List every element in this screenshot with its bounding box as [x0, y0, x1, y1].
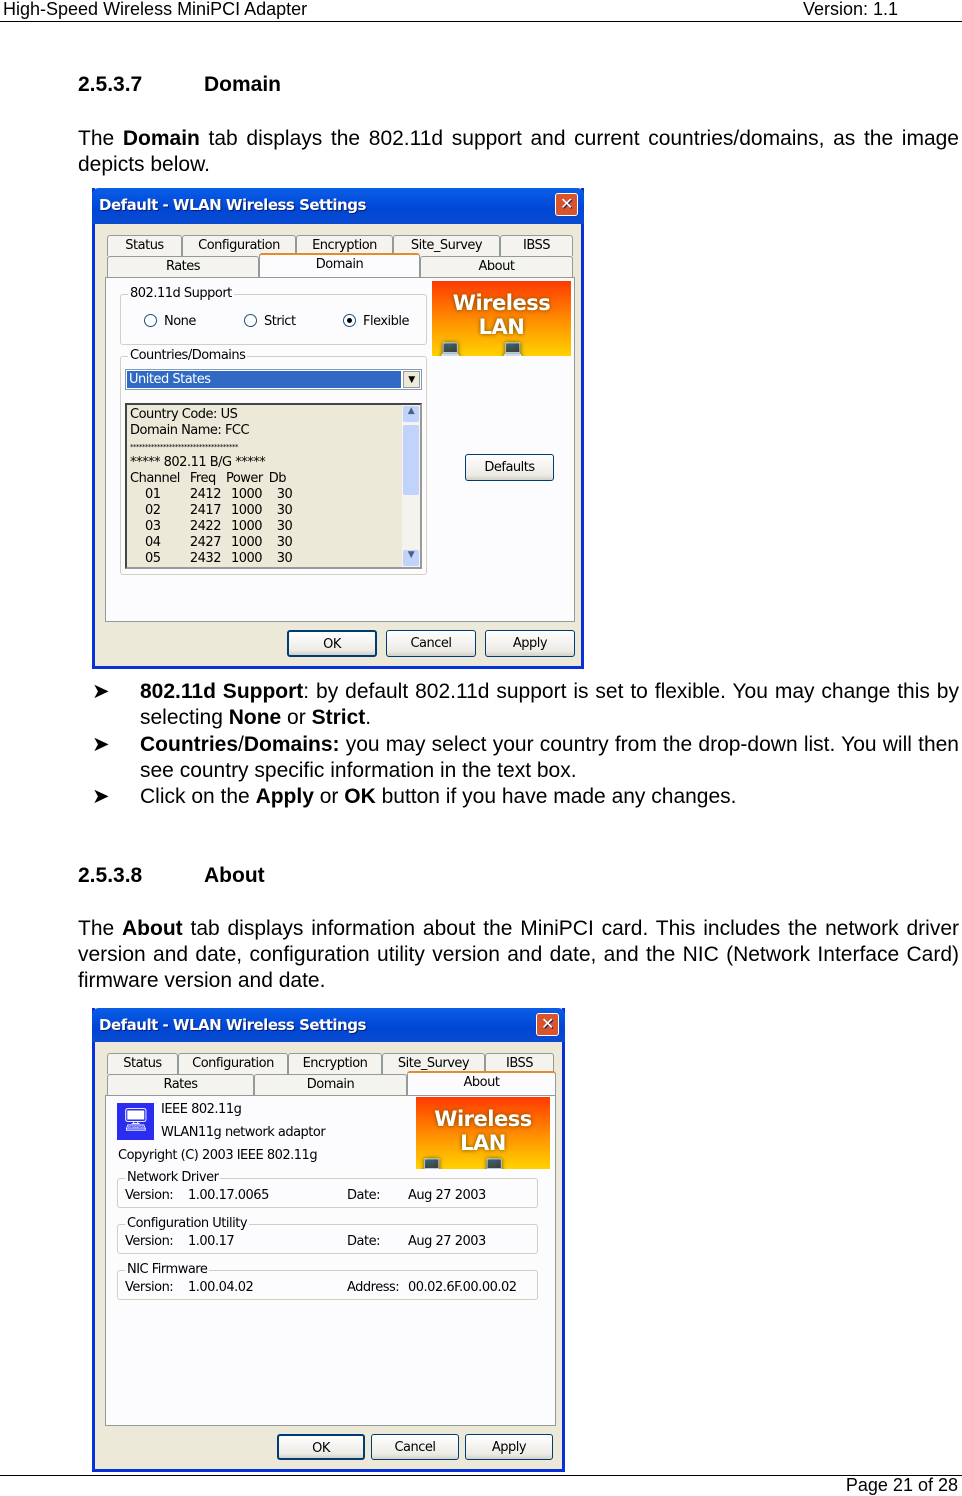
chevron-down-icon[interactable]: ▼	[403, 371, 420, 388]
scroll-thumb	[403, 425, 419, 495]
defaults-button[interactable]: Defaults	[465, 454, 554, 481]
section-paragraph: The About tab displays information about…	[78, 917, 959, 992]
bullet-apply: Click on the Apply or OK button if you h…	[140, 785, 737, 808]
tab-status[interactable]: Status	[107, 235, 182, 256]
scroll-up-icon: ▲	[403, 406, 419, 422]
apply-button[interactable]: Apply	[465, 1434, 553, 1460]
scrollbar[interactable]: ▲ ▼	[402, 405, 420, 567]
country-selected-value: United States	[127, 371, 401, 388]
countries-label: Countries/Domains	[128, 348, 248, 363]
cancel-button[interactable]: Cancel	[386, 630, 476, 657]
footer-rule	[0, 1475, 962, 1476]
computer-icon: 🖥	[117, 1103, 154, 1140]
dialog-title: Default - WLAN Wireless Settings	[99, 1016, 366, 1034]
ok-button[interactable]: OK	[287, 630, 377, 657]
table-row: 03 2422 1000 30	[145, 519, 293, 534]
dialog-title-bar: Default - WLAN Wireless Settings ✕	[92, 1008, 565, 1042]
cancel-button[interactable]: Cancel	[371, 1434, 459, 1460]
table-row: 01 2412 1000 30	[145, 487, 293, 502]
radio-icon	[244, 314, 257, 327]
channel-table: Channel Freq Power Db 01 2412 1000 30 02 2417 10…	[130, 471, 293, 566]
table-row: 05 2432 1000 30	[145, 551, 293, 566]
wireless-lan-logo: Wireless LAN 💻💻	[432, 281, 571, 356]
section-paragraph: The Domain tab displays the 802.11d supp…	[78, 127, 959, 176]
bullet-arrow-icon: ➤	[92, 680, 110, 703]
header-version: Version: 1.1	[803, 0, 899, 19]
tab-rates[interactable]: Rates	[107, 1074, 254, 1095]
about-copyright: Copyright (C) 2003 IEEE 802.11g	[118, 1148, 318, 1163]
about-dialog: Default - WLAN Wireless Settings ✕ Status…	[92, 1008, 565, 1472]
table-row: 04 2427 1000 30	[145, 535, 293, 550]
radio-strict[interactable]: Strict	[244, 314, 296, 329]
tab-rates[interactable]: Rates	[107, 256, 259, 277]
ok-button[interactable]: OK	[277, 1434, 365, 1460]
country-select[interactable]: United States ▼	[125, 369, 422, 390]
bullet-support: 802.11d Support: by default 802.11d supp…	[140, 680, 959, 729]
tab-about[interactable]: About	[420, 256, 573, 277]
tab-status[interactable]: Status	[107, 1053, 178, 1074]
tab-about[interactable]: About	[407, 1071, 556, 1095]
dialog-title: Default - WLAN Wireless Settings	[99, 196, 366, 214]
tab-ibss[interactable]: IBSS	[500, 235, 573, 256]
close-icon[interactable]: ✕	[536, 1013, 559, 1036]
radio-checked-icon	[343, 314, 356, 327]
tab-encryption[interactable]: Encryption	[288, 1053, 382, 1074]
radio-icon	[144, 314, 157, 327]
apply-button[interactable]: Apply	[485, 630, 575, 657]
domain-info-textbox[interactable]: Country Code: US Domain Name: FCC ******…	[125, 403, 422, 569]
radio-none[interactable]: None	[144, 314, 196, 329]
support-label: 802.11d Support	[128, 286, 234, 301]
network-driver-group: Network Driver Version: 1.00.17.0065 Date…	[117, 1170, 538, 1208]
config-utility-group: Configuration Utility Version: 1.00.17 Da…	[117, 1216, 538, 1254]
bullet-countries: Countries/Domains: you may select your c…	[140, 733, 959, 782]
tab-domain[interactable]: Domain	[259, 253, 420, 277]
section-number: 2.5.3.7	[78, 73, 143, 96]
dialog-title-bar: Default - WLAN Wireless Settings ✕	[92, 188, 584, 224]
header-rule	[0, 21, 962, 22]
nic-firmware-group: NIC Firmware Version: 1.00.04.02 Address:…	[117, 1262, 538, 1300]
wireless-lan-logo: Wireless LAN 💻💻	[416, 1097, 550, 1169]
section-number: 2.5.3.8	[78, 864, 143, 887]
support-group: 802.11d Support None Strict Flexible	[120, 286, 427, 345]
header-title: High-Speed Wireless MiniPCI Adapter	[3, 0, 308, 19]
tab-configuration[interactable]: Configuration	[178, 1053, 288, 1074]
section-title: Domain	[204, 73, 282, 96]
laptop-icon: 💻💻	[439, 339, 564, 356]
radio-flexible[interactable]: Flexible	[343, 314, 410, 329]
about-adaptor: WLAN11g network adaptor	[161, 1125, 326, 1140]
bullet-arrow-icon: ➤	[92, 785, 110, 808]
domain-dialog: Default - WLAN Wireless Settings ✕ Status…	[92, 188, 584, 669]
countries-group: Countries/Domains United States ▼ Countr…	[120, 348, 427, 575]
table-row: 02 2417 1000 30	[145, 503, 293, 518]
section-title: About	[204, 864, 265, 887]
scroll-down-icon: ▼	[403, 550, 419, 566]
laptop-icon: 💻💻	[420, 1155, 546, 1169]
close-icon[interactable]: ✕	[555, 193, 578, 216]
tab-domain[interactable]: Domain	[254, 1074, 407, 1095]
about-product: IEEE 802.11g	[161, 1102, 242, 1117]
bullet-arrow-icon: ➤	[92, 733, 110, 756]
page-number: Page 21 of 28	[845, 1475, 958, 1495]
